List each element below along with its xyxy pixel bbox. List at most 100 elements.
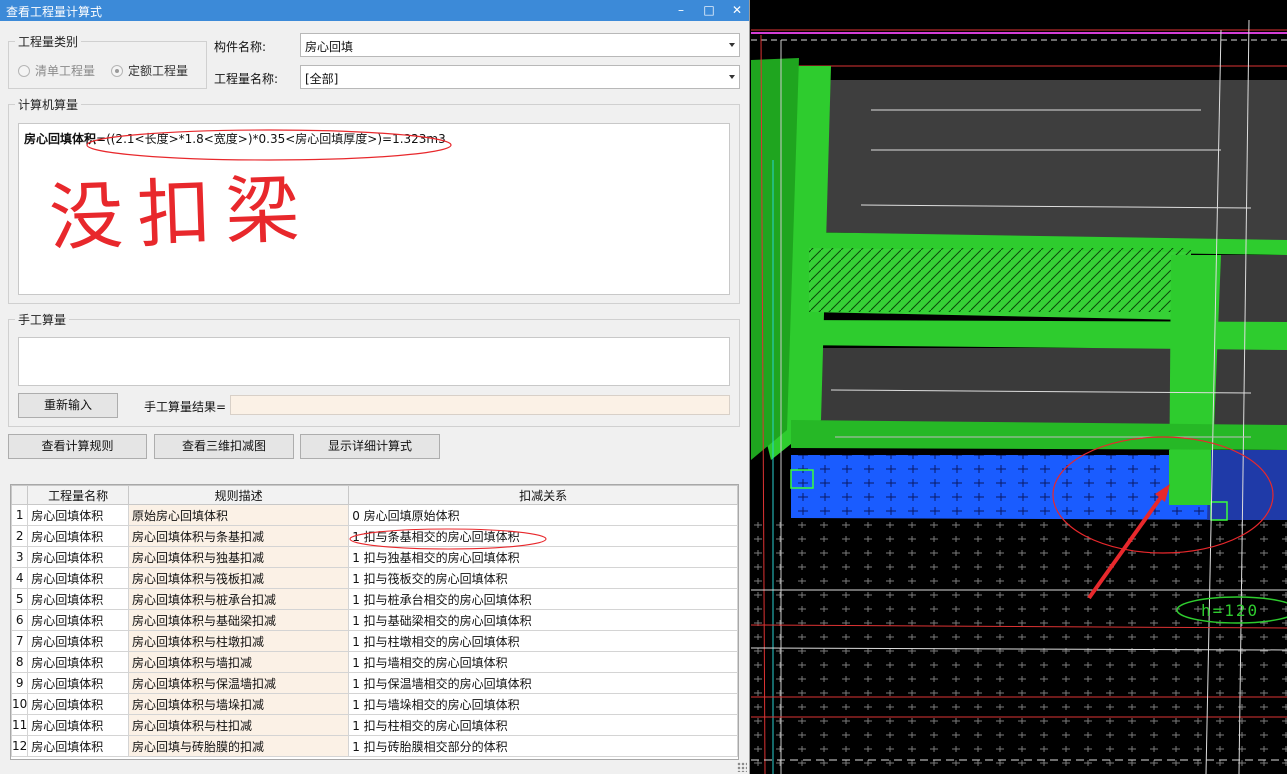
view-rules-button[interactable]: 查看计算规则 bbox=[8, 434, 147, 459]
row-quantity-name[interactable]: 房心回填体积 bbox=[27, 588, 129, 610]
component-name-select[interactable]: 房心回填 bbox=[300, 33, 740, 57]
row-deduction-relation[interactable]: 1 扣与柱相交的房心回填体积 bbox=[348, 714, 738, 736]
row-index[interactable]: 1 bbox=[10, 504, 29, 526]
row-quantity-name[interactable]: 房心回填体积 bbox=[27, 714, 129, 736]
title-bar[interactable]: 查看工程量计算式 – □ ✕ bbox=[0, 0, 749, 21]
row-rule-description[interactable]: 房心回填体积与基础梁扣减 bbox=[127, 609, 350, 631]
table-header-relation[interactable]: 扣减关系 bbox=[348, 485, 738, 505]
cad-drawing bbox=[751, 0, 1287, 774]
table-row[interactable]: 7 房心回填体积 房心回填体积与柱墩扣减 1 扣与柱墩相交的房心回填体积 bbox=[10, 630, 738, 652]
table-row[interactable]: 12 房心回填体积 房心回填与砖胎膜的扣减 1 扣与砖胎膜相交部分的体积 bbox=[10, 735, 738, 757]
row-rule-description[interactable]: 原始房心回填体积 bbox=[127, 504, 350, 526]
computer-calc-label: 计算机算量 bbox=[15, 96, 82, 113]
row-index[interactable]: 2 bbox=[10, 525, 29, 547]
row-rule-description[interactable]: 房心回填体积与墙扣减 bbox=[127, 651, 350, 673]
row-index[interactable]: 5 bbox=[10, 588, 29, 610]
radio-norm-quantity[interactable]: 定额工程量 bbox=[111, 62, 188, 79]
show-detail-formula-button[interactable]: 显示详细计算式 bbox=[300, 434, 440, 459]
row-quantity-name[interactable]: 房心回填体积 bbox=[27, 651, 129, 673]
table-row[interactable]: 4 房心回填体积 房心回填体积与筏板扣减 1 扣与筏板交的房心回填体积 bbox=[10, 567, 738, 589]
row-deduction-relation[interactable]: 1 扣与砖胎膜相交部分的体积 bbox=[348, 735, 738, 757]
row-deduction-relation[interactable]: 1 扣与墙垛相交的房心回填体积 bbox=[348, 693, 738, 715]
row-rule-description[interactable]: 房心回填体积与桩承台扣减 bbox=[127, 588, 350, 610]
row-quantity-name[interactable]: 房心回填体积 bbox=[27, 567, 129, 589]
table-row[interactable]: 10 房心回填体积 房心回填体积与墙垛扣减 1 扣与墙垛相交的房心回填体积 bbox=[10, 693, 738, 715]
chevron-down-icon bbox=[729, 75, 735, 79]
row-rule-description[interactable]: 房心回填体积与条基扣减 bbox=[127, 525, 350, 547]
table-row[interactable]: 6 房心回填体积 房心回填体积与基础梁扣减 1 扣与基础梁相交的房心回填体积 bbox=[10, 609, 738, 631]
cad-dimension-label: h=120 bbox=[1201, 601, 1260, 620]
row-deduction-relation[interactable]: 1 扣与墙相交的房心回填体积 bbox=[348, 651, 738, 673]
row-index[interactable]: 9 bbox=[10, 672, 29, 694]
view-3d-deduction-button[interactable]: 查看三维扣减图 bbox=[154, 434, 294, 459]
row-deduction-relation[interactable]: 1 扣与独基相交的房心回填体积 bbox=[348, 546, 738, 568]
table-row[interactable]: 1 房心回填体积 原始房心回填体积 0 房心回填原始体积 bbox=[10, 504, 738, 526]
row-rule-description[interactable]: 房心回填与砖胎膜的扣减 bbox=[127, 735, 350, 757]
table-row[interactable]: 11 房心回填体积 房心回填体积与柱扣减 1 扣与柱相交的房心回填体积 bbox=[10, 714, 738, 736]
row-deduction-relation[interactable]: 0 房心回填原始体积 bbox=[348, 504, 738, 526]
row-rule-description[interactable]: 房心回填体积与独基扣减 bbox=[127, 546, 350, 568]
resize-grip-icon[interactable] bbox=[737, 762, 747, 772]
row-index[interactable]: 11 bbox=[10, 714, 29, 736]
radio-list-quantity-label: 清单工程量 bbox=[35, 64, 96, 78]
manual-result-field bbox=[230, 395, 730, 415]
manual-result-label: 手工算量结果= bbox=[144, 400, 227, 414]
table-row[interactable]: 2 房心回填体积 房心回填体积与条基扣减 1 扣与条基相交的房心回填体积 bbox=[10, 525, 738, 547]
radio-norm-quantity-label: 定额工程量 bbox=[128, 64, 189, 78]
row-quantity-name[interactable]: 房心回填体积 bbox=[27, 630, 129, 652]
table-row[interactable]: 9 房心回填体积 房心回填体积与保温墙扣减 1 扣与保温墙相交的房心回填体积 bbox=[10, 672, 738, 694]
row-quantity-name[interactable]: 房心回填体积 bbox=[27, 672, 129, 694]
quantity-name-label: 工程量名称: bbox=[214, 72, 279, 86]
maximize-icon[interactable]: □ bbox=[694, 0, 724, 21]
table-header-row: 工程量名称 规则描述 扣减关系 bbox=[10, 485, 738, 505]
row-rule-description[interactable]: 房心回填体积与墙垛扣减 bbox=[127, 693, 350, 715]
manual-calc-label: 手工算量 bbox=[15, 311, 70, 328]
row-rule-description[interactable]: 房心回填体积与柱墩扣减 bbox=[127, 630, 350, 652]
row-deduction-relation[interactable]: 1 扣与条基相交的房心回填体积 bbox=[348, 525, 738, 547]
radio-button-selected-icon bbox=[111, 64, 123, 77]
row-quantity-name[interactable]: 房心回填体积 bbox=[27, 609, 129, 631]
row-rule-description[interactable]: 房心回填体积与柱扣减 bbox=[127, 714, 350, 736]
row-quantity-name[interactable]: 房心回填体积 bbox=[27, 735, 129, 757]
row-quantity-name[interactable]: 房心回填体积 bbox=[27, 546, 129, 568]
row-rule-description[interactable]: 房心回填体积与筏板扣减 bbox=[127, 567, 350, 589]
close-icon[interactable]: ✕ bbox=[722, 0, 749, 21]
deduction-table: 工程量名称 规则描述 扣减关系 1 房心回填体积 原始房心回填体积 0 房心回填原始体… bbox=[10, 484, 739, 760]
table-row[interactable]: 5 房心回填体积 房心回填体积与桩承台扣减 1 扣与桩承台相交的房心回填体积 bbox=[10, 588, 738, 610]
row-index[interactable]: 3 bbox=[10, 546, 29, 568]
row-deduction-relation[interactable]: 1 扣与保温墙相交的房心回填体积 bbox=[348, 672, 738, 694]
row-index[interactable]: 12 bbox=[10, 735, 29, 757]
quantity-formula-dialog: 查看工程量计算式 – □ ✕ 工程量类别 清单工程量 定额工程量 构件名称: 房… bbox=[0, 0, 750, 774]
row-quantity-name[interactable]: 房心回填体积 bbox=[27, 504, 129, 526]
manual-calc-input[interactable] bbox=[18, 337, 730, 386]
row-index[interactable]: 8 bbox=[10, 651, 29, 673]
row-quantity-name[interactable]: 房心回填体积 bbox=[27, 693, 129, 715]
computer-calc-formula-box[interactable]: 房心回填体积=((2.1<长度>*1.8<宽度>)*0.35<房心回填厚度>)=… bbox=[18, 123, 730, 295]
row-index[interactable]: 4 bbox=[10, 567, 29, 589]
table-row[interactable]: 3 房心回填体积 房心回填体积与独基扣减 1 扣与独基相交的房心回填体积 bbox=[10, 546, 738, 568]
quantity-name-select[interactable]: [全部] bbox=[300, 65, 740, 89]
row-index[interactable]: 6 bbox=[10, 609, 29, 631]
minimize-icon[interactable]: – bbox=[666, 0, 696, 21]
table-row[interactable]: 8 房心回填体积 房心回填体积与墙扣减 1 扣与墙相交的房心回填体积 bbox=[10, 651, 738, 673]
table-header-name[interactable]: 工程量名称 bbox=[27, 485, 129, 505]
quantity-type-label: 工程量类别 bbox=[15, 33, 82, 50]
component-name-label: 构件名称: bbox=[214, 40, 267, 54]
cad-3d-view[interactable]: h=120 bbox=[751, 0, 1287, 774]
row-deduction-relation[interactable]: 1 扣与柱墩相交的房心回填体积 bbox=[348, 630, 738, 652]
row-rule-description[interactable]: 房心回填体积与保温墙扣减 bbox=[127, 672, 350, 694]
component-name-value: 房心回填 bbox=[305, 40, 354, 54]
window-title: 查看工程量计算式 bbox=[6, 5, 103, 19]
handwritten-annotation: 没扣梁 bbox=[47, 166, 315, 262]
row-index[interactable]: 7 bbox=[10, 630, 29, 652]
row-deduction-relation[interactable]: 1 扣与桩承台相交的房心回填体积 bbox=[348, 588, 738, 610]
row-deduction-relation[interactable]: 1 扣与基础梁相交的房心回填体积 bbox=[348, 609, 738, 631]
radio-list-quantity[interactable]: 清单工程量 bbox=[18, 62, 95, 79]
row-index[interactable]: 10 bbox=[10, 693, 29, 715]
table-header-rule[interactable]: 规则描述 bbox=[127, 485, 350, 505]
reenter-button[interactable]: 重新输入 bbox=[18, 393, 118, 418]
row-quantity-name[interactable]: 房心回填体积 bbox=[27, 525, 129, 547]
row-deduction-relation[interactable]: 1 扣与筏板交的房心回填体积 bbox=[348, 567, 738, 589]
radio-button-icon bbox=[18, 64, 30, 77]
quantity-name-value: [全部] bbox=[305, 72, 339, 86]
